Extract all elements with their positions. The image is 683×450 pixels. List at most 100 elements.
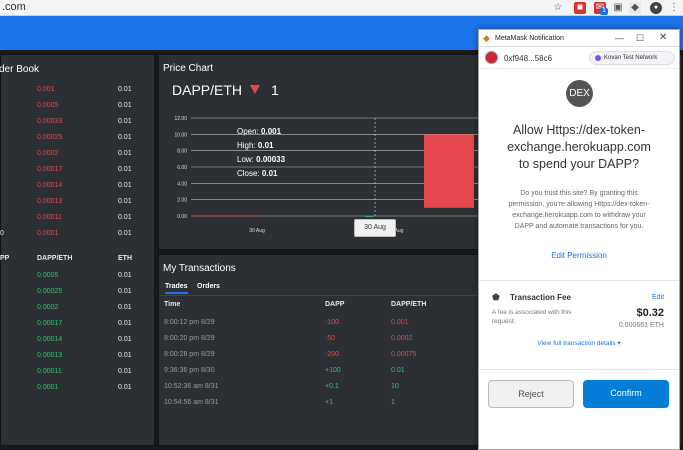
metamask-extension-icon[interactable]: ◆ [629,2,641,14]
buy-order-row[interactable]: 0.00011 0.01 [1,364,155,380]
fee-usd: $0.32 [636,307,664,319]
fee-edit-link[interactable]: Edit [652,294,664,301]
sell-order-row[interactable]: 0 0.0001 0.01 [0,226,155,242]
order-eth: 0.01 [118,166,132,173]
sell-order-row[interactable]: 0.0005 0.01 [1,98,155,114]
order-price: 0.00014 [37,182,63,189]
candlestick-chart[interactable]: 12.0010.008.006.004.002.000.0030 Aug Aug [159,110,503,240]
buy-order-row[interactable]: 0.00025 0.01 [1,284,155,300]
order-price: 0.00011 [37,368,62,375]
network-badge[interactable]: Kovan Test Network [589,51,675,65]
metamask-window-title: MetaMask Notification [495,35,564,42]
order-eth: 0.01 [118,288,132,295]
network-dot-icon [595,55,601,61]
sell-order-row[interactable]: 0.00025 0.01 [1,130,155,146]
order-price: 0.0005 [37,272,59,279]
order-eth: 0.01 [118,368,132,375]
order-eth: 0.01 [118,102,132,109]
order-eth: 0.01 [118,118,132,125]
x-tick-label: 30 Aug [249,228,265,234]
open-value: 0.001 [261,127,282,136]
ohlc-readout: Open: 0.001 High: 0.01 Low: 0.00033 Clos… [237,125,285,181]
order-price: 0.00025 [37,288,63,295]
buy-order-row[interactable]: 0.00013 0.01 [1,348,155,364]
transactions-header: Time DAPP DAPP/ETH [159,297,504,313]
transaction-row: 10:54:56 am 8/31 +1 1 [159,395,504,411]
tx-time: 10:52:36 am 8/31 [164,383,219,390]
sell-order-row[interactable]: 0.00013 0.01 [1,194,155,210]
sell-order-row[interactable]: 0.0002 0.01 [1,146,155,162]
order-book-panel: der Book 0.001 0.01 0.0005 0.01 0.00033 0.01 0… [0,54,155,446]
price-chart-title: Price Chart [163,63,214,74]
tx-dapp: -100 [325,319,340,326]
star-icon[interactable]: ☆ [552,2,564,14]
close-label: Close: [237,169,260,178]
sell-order-row[interactable]: 0.001 0.01 [1,82,155,98]
tab-orders[interactable]: Orders [197,283,220,290]
tx-price: 0.00075 [391,351,417,358]
tx-time: 8:00:28 pm 8/29 [164,351,215,358]
minimize-icon[interactable]: — [615,33,624,43]
tx-dapp: +100 [325,367,341,374]
account-identicon [485,51,498,64]
fee-title: Transaction Fee [510,293,571,302]
y-tick-label: 6.00 [177,165,187,171]
transactions-panel: My Transactions Trades Orders Time DAPP … [158,254,502,446]
tx-time: 8:00:12 pm 8/29 [164,319,215,326]
buy-order-row[interactable]: 0.00014 0.01 [1,332,155,348]
y-tick-label: 12.00 [174,116,187,122]
low-value: 0.00033 [256,155,286,164]
order-price: 0.00011 [37,214,62,221]
sell-order-row[interactable]: 0.00011 0.01 [1,210,155,226]
confirm-button[interactable]: Confirm [583,380,669,408]
view-details-link[interactable]: View full transaction details ▾ [479,339,679,347]
y-tick-label: 4.00 [177,181,187,187]
header-time: Time [164,301,181,308]
buy-order-row[interactable]: 0.00017 0.01 [1,316,155,332]
order-price: 0.00017 [37,320,63,327]
buy-order-row[interactable]: 0.0005 0.01 [1,268,155,284]
token-logo: DEX [566,80,593,107]
address-bar-text[interactable]: .com [2,1,26,13]
header-col-eth: ETH [118,255,132,262]
order-eth: 0.01 [118,86,132,93]
account-address[interactable]: 0xf948...58c6 [504,54,552,63]
buy-order-row[interactable]: 0.0002 0.01 [1,300,155,316]
sell-order-row[interactable]: 0.00017 0.01 [1,162,155,178]
maximize-icon[interactable]: ☐ [636,33,644,44]
order-price: 0.001 [37,86,55,93]
edit-permission-link[interactable]: Edit Permission [479,251,679,260]
avatar[interactable]: ● [650,2,662,14]
order-eth: 0.01 [118,320,132,327]
order-eth: 0.01 [118,150,132,157]
tx-price: 1 [391,399,395,406]
header-dapp: DAPP [325,301,345,308]
high-value: 0.01 [257,141,274,150]
tx-time: 10:54:56 am 8/31 [164,399,219,406]
header-price: DAPP/ETH [391,301,427,308]
order-eth: 0.01 [118,214,132,221]
buy-order-row[interactable]: 0.0001 0.01 [1,380,155,396]
sell-order-row[interactable]: 0.00014 0.01 [1,178,155,194]
transactions-title: My Transactions [163,263,236,274]
reject-button[interactable]: Reject [488,380,574,408]
more-menu-icon[interactable]: ⋮ [668,2,680,14]
sell-order-row[interactable]: 0.00033 0.01 [1,114,155,130]
order-price: 0.00013 [37,198,63,205]
order-price: 0.0002 [37,150,59,157]
order-eth: 0.01 [118,304,132,311]
metamask-fox-icon: ◆ [483,33,490,43]
transaction-row: 8:00:28 pm 8/29 -200 0.00075 [159,347,504,363]
tab-trades[interactable]: Trades [165,283,188,294]
permission-heading: Allow Https://dex-token- exchange.heroku… [507,123,651,171]
transaction-row: 10:52:36 am 8/31 +0.1 10 [159,379,504,395]
tx-dapp: +0.1 [325,383,339,390]
close-icon[interactable]: ✕ [659,32,667,43]
order-price: 0.00033 [37,118,63,125]
y-tick-label: 2.00 [177,198,187,204]
extension-icon-3[interactable]: ▣ [612,2,624,14]
order-eth: 0.01 [118,352,132,359]
extension-icon-1[interactable]: ■ [574,2,586,14]
metamask-titlebar: ◆ MetaMask Notification — ☐ ✕ [479,30,679,47]
order-eth: 0.01 [118,336,132,343]
